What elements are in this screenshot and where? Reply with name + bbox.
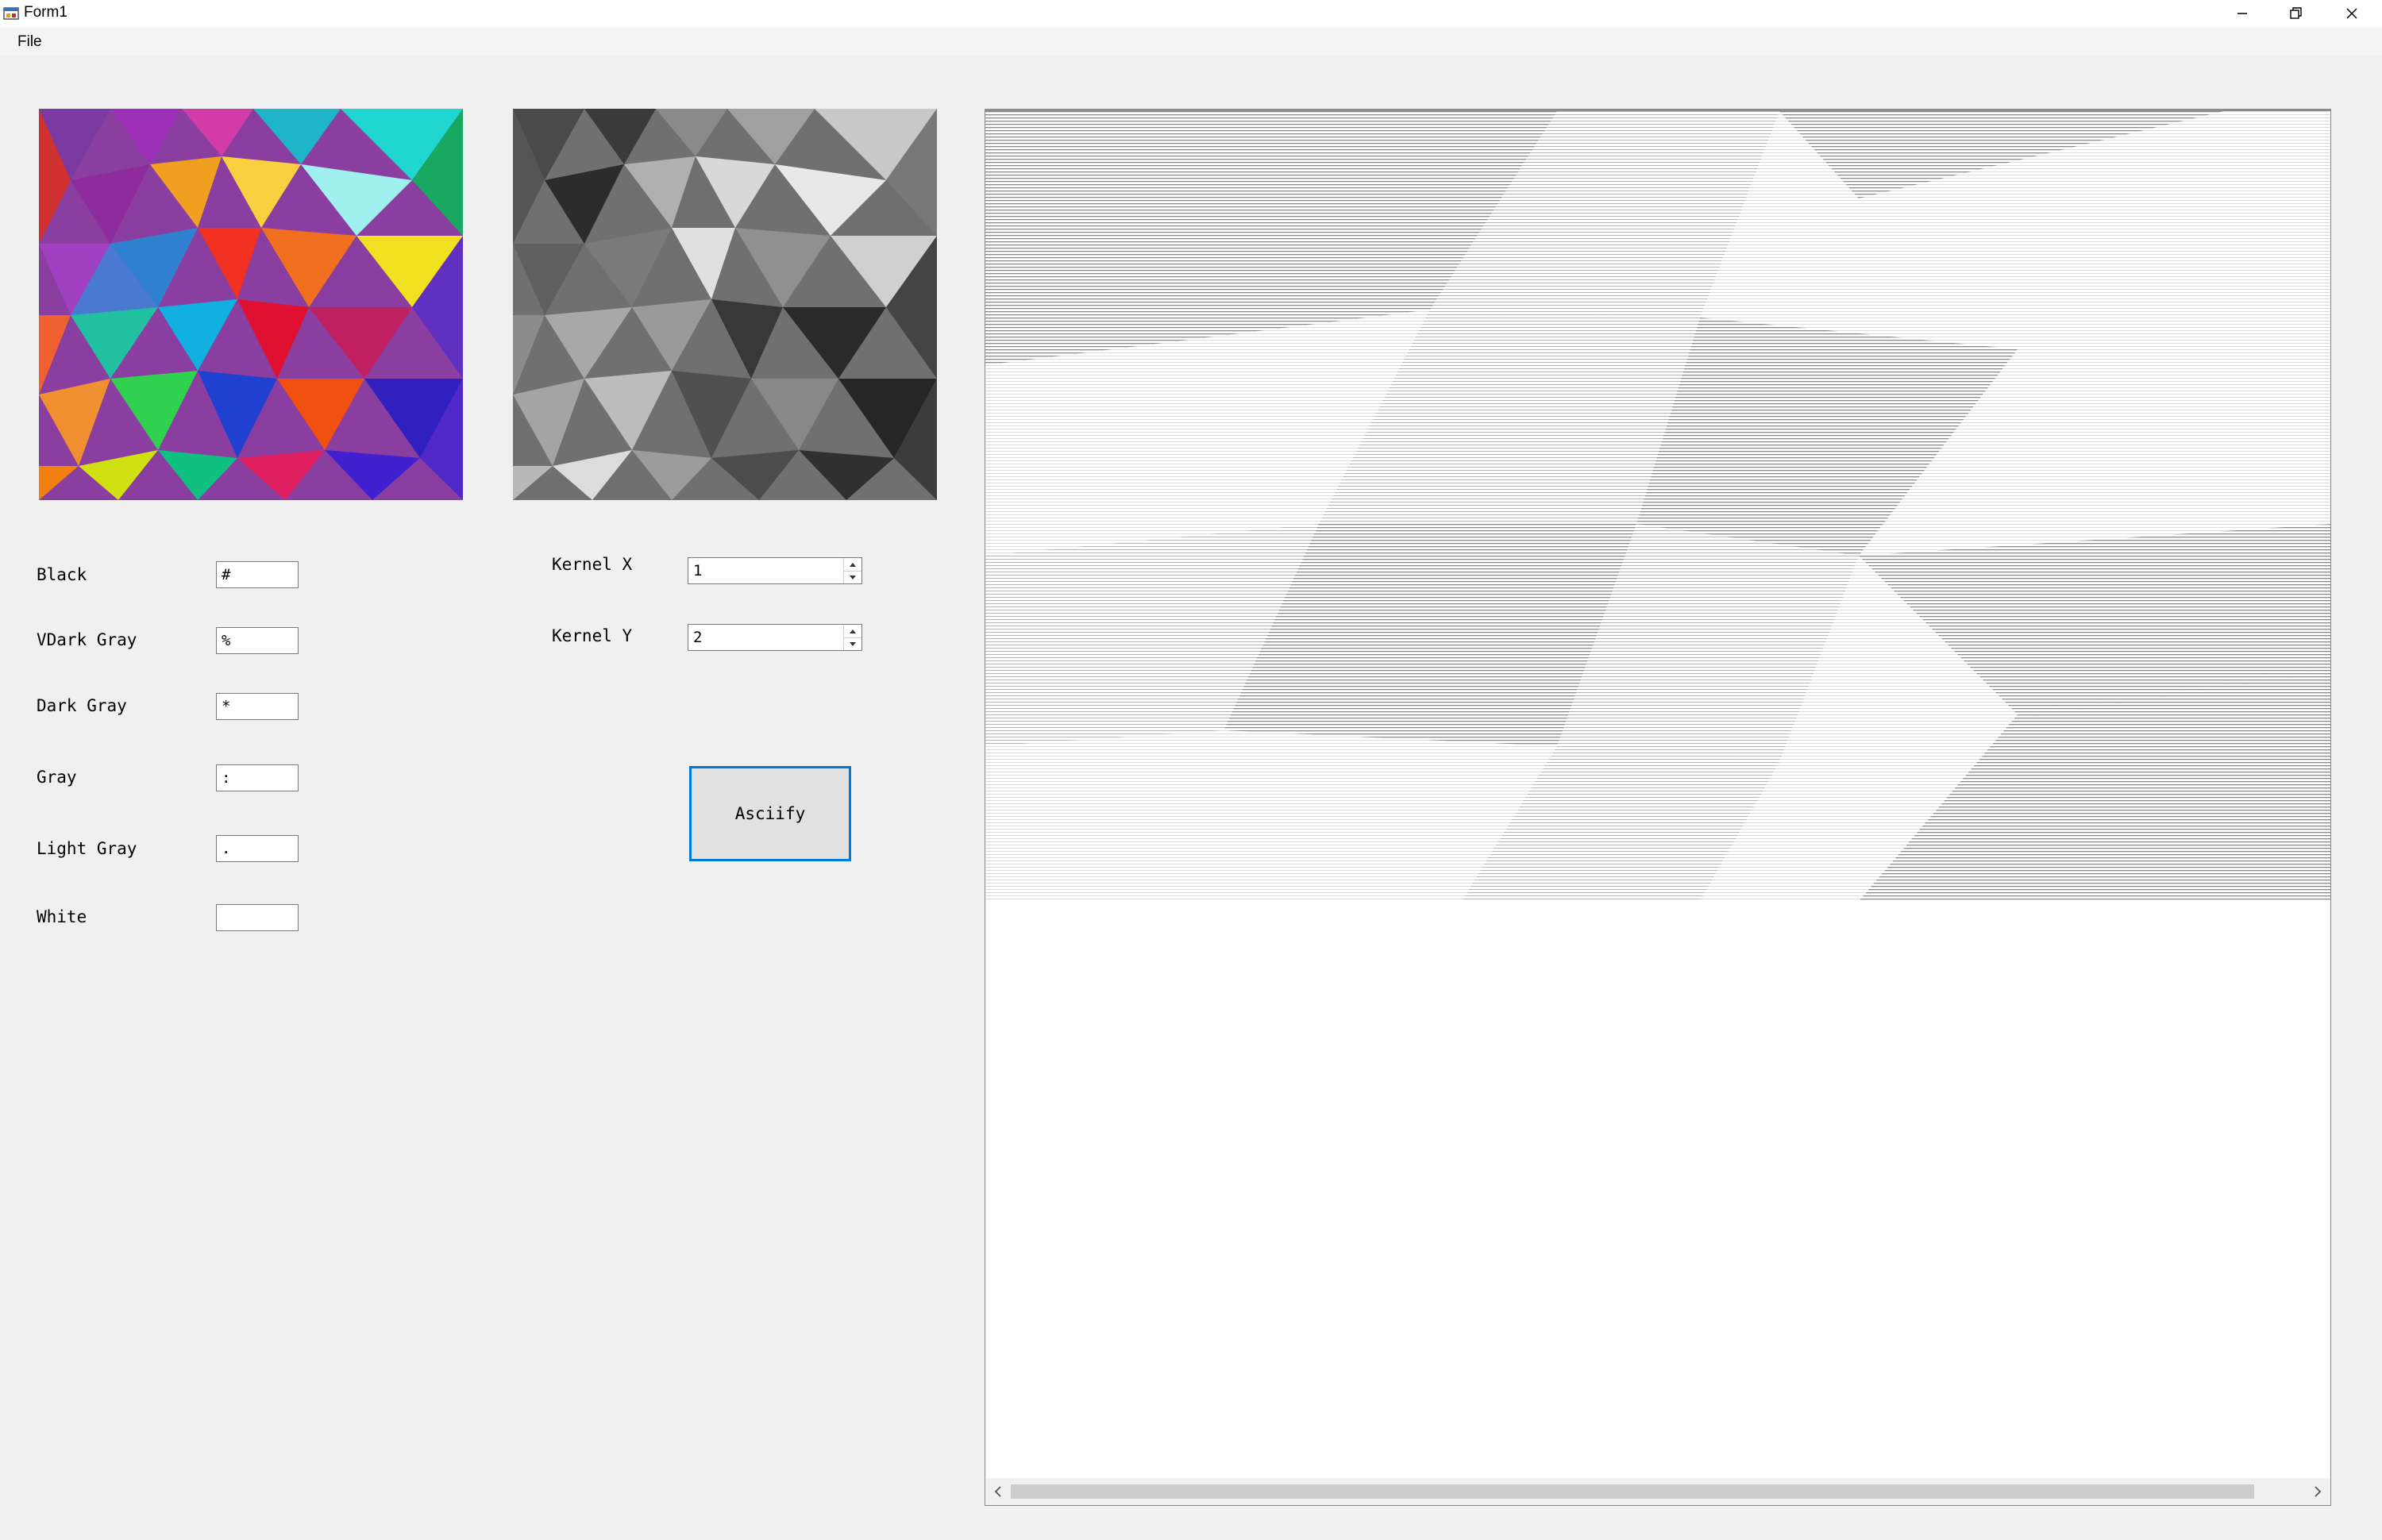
ascii-art-render <box>985 111 2330 901</box>
kernel-y-spinner[interactable]: 2 <box>688 624 862 651</box>
restore-button[interactable] <box>2269 0 2323 27</box>
close-button[interactable] <box>2325 0 2379 27</box>
chevron-down-icon <box>850 641 856 646</box>
label-gray: Gray <box>37 768 77 787</box>
kernel-y-arrows <box>843 625 861 650</box>
label-light-gray: Light Gray <box>37 839 137 858</box>
horizontal-scrollbar[interactable] <box>985 1478 2330 1505</box>
minimize-icon <box>2237 13 2247 14</box>
title-bar: Form1 <box>0 0 2382 27</box>
kernel-y-down-button[interactable] <box>844 637 861 650</box>
white-char-input[interactable] <box>216 904 299 931</box>
grayscale-image <box>513 109 937 500</box>
chevron-up-icon <box>850 562 856 567</box>
kernel-x-value[interactable]: 1 <box>693 562 702 579</box>
chevron-right-icon <box>2315 1486 2322 1497</box>
chevron-left-icon <box>994 1486 1001 1497</box>
app-icon <box>3 7 19 20</box>
chevron-down-icon <box>850 575 856 579</box>
label-kernel-x: Kernel X <box>552 555 633 574</box>
label-black: Black <box>37 565 87 584</box>
original-image <box>39 109 463 500</box>
kernel-x-arrows <box>843 558 861 583</box>
restore-icon <box>2290 7 2302 19</box>
label-white: White <box>37 907 87 926</box>
close-icon <box>2346 8 2357 19</box>
window-title: Form1 <box>24 4 67 21</box>
grayscale-image-graphic <box>513 109 937 500</box>
vdark-gray-char-input[interactable]: % <box>216 627 299 654</box>
asciify-button[interactable]: Asciify <box>689 766 851 861</box>
chevron-up-icon <box>850 629 856 633</box>
scroll-thumb[interactable] <box>1011 1484 2254 1499</box>
light-gray-char-input[interactable]: . <box>216 835 299 862</box>
gray-char-input[interactable]: : <box>216 764 299 791</box>
label-kernel-y: Kernel Y <box>552 626 633 645</box>
ascii-output-area[interactable] <box>985 109 2331 1506</box>
menu-file[interactable]: File <box>10 32 50 52</box>
minimize-button[interactable] <box>2215 0 2269 27</box>
scroll-right-button[interactable] <box>2305 1478 2330 1505</box>
menu-bar <box>0 27 2382 56</box>
black-char-input[interactable]: # <box>216 561 299 588</box>
kernel-x-spinner[interactable]: 1 <box>688 557 862 584</box>
label-vdark-gray: VDark Gray <box>37 630 137 649</box>
kernel-y-up-button[interactable] <box>844 625 861 638</box>
kernel-x-up-button[interactable] <box>844 558 861 572</box>
scroll-left-button[interactable] <box>985 1478 1011 1505</box>
original-image-graphic <box>39 109 463 500</box>
kernel-x-down-button[interactable] <box>844 571 861 583</box>
label-dark-gray: Dark Gray <box>37 696 127 715</box>
dark-gray-char-input[interactable]: * <box>216 693 299 720</box>
kernel-y-value[interactable]: 2 <box>693 629 702 646</box>
